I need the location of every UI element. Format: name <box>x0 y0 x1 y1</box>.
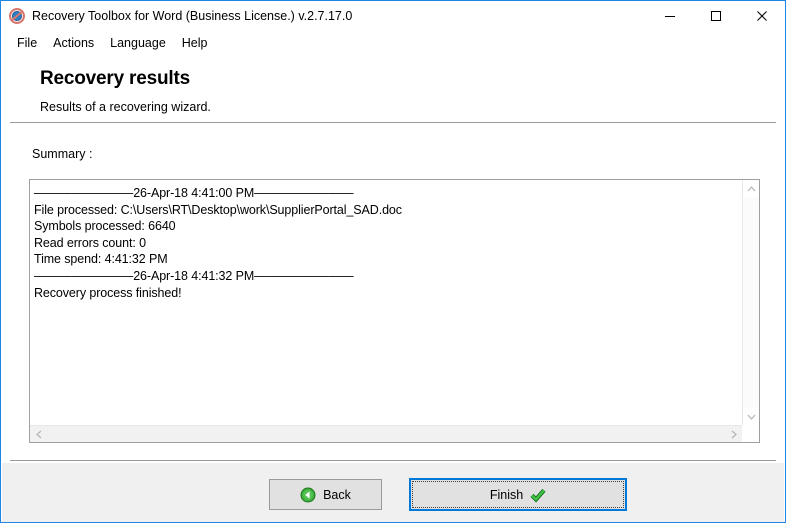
menu-item-actions[interactable]: Actions <box>46 34 103 52</box>
page-subtitle: Results of a recovering wizard. <box>40 100 211 114</box>
scroll-down-button[interactable] <box>743 408 759 425</box>
vertical-scroll-track[interactable] <box>743 197 759 408</box>
menu-item-language[interactable]: Language <box>103 34 175 52</box>
log-line: Symbols processed: 6640 <box>34 219 176 234</box>
scroll-right-button[interactable] <box>725 426 742 442</box>
header-divider <box>10 122 776 123</box>
close-button[interactable] <box>739 1 785 31</box>
minimize-icon <box>665 16 675 17</box>
summary-label: Summary : <box>32 147 93 161</box>
log-line: ————————26-Apr-18 4:41:00 PM———————— <box>34 186 354 200</box>
horizontal-scrollbar[interactable] <box>30 425 759 442</box>
log-line: Recovery process finished! <box>34 285 182 300</box>
log-line: Time spend: 4:41:32 PM <box>34 252 168 267</box>
back-button[interactable]: Back <box>269 479 382 510</box>
chevron-up-icon <box>747 185 755 191</box>
menu-item-help[interactable]: Help <box>175 34 217 52</box>
page-header: Recovery results Results of a recovering… <box>2 54 784 119</box>
window-title: Recovery Toolbox for Word (Business Lice… <box>32 9 353 23</box>
maximize-button[interactable] <box>693 1 739 31</box>
chevron-right-icon <box>731 430 737 438</box>
summary-log-box[interactable]: ————————26-Apr-18 4:41:00 PM———————— Fil… <box>29 179 760 443</box>
maximize-icon <box>711 11 721 21</box>
scrollbar-corner <box>742 425 759 442</box>
menu-item-file[interactable]: File <box>10 34 46 52</box>
finish-button[interactable]: Finish <box>409 478 627 511</box>
summary-log-text[interactable]: ————————26-Apr-18 4:41:00 PM———————— Fil… <box>30 180 741 424</box>
vertical-scrollbar[interactable] <box>742 180 759 425</box>
log-line: File processed: C:\Users\RT\Desktop\work… <box>34 202 402 217</box>
app-logo-icon <box>9 8 25 24</box>
scroll-up-button[interactable] <box>743 180 759 197</box>
close-icon <box>757 11 767 21</box>
back-arrow-icon <box>300 487 316 503</box>
log-line: Read errors count: 0 <box>34 235 146 250</box>
menu-bar: File Actions Language Help <box>1 31 785 54</box>
scroll-left-button[interactable] <box>30 426 47 442</box>
footer-divider <box>10 460 776 461</box>
window-controls <box>647 1 785 31</box>
log-line: ————————26-Apr-18 4:41:32 PM———————— <box>34 268 354 283</box>
finish-button-label: Finish <box>489 487 524 502</box>
minimize-button[interactable] <box>647 1 693 31</box>
chevron-left-icon <box>35 430 41 438</box>
footer-bar <box>2 463 784 522</box>
title-bar[interactable]: Recovery Toolbox for Word (Business Lice… <box>1 1 785 31</box>
back-button-label: Back <box>323 487 351 502</box>
checkmark-icon <box>530 487 546 503</box>
page-title: Recovery results <box>40 68 190 89</box>
application-window: Recovery Toolbox for Word (Business Lice… <box>0 0 786 523</box>
chevron-down-icon <box>747 414 755 420</box>
